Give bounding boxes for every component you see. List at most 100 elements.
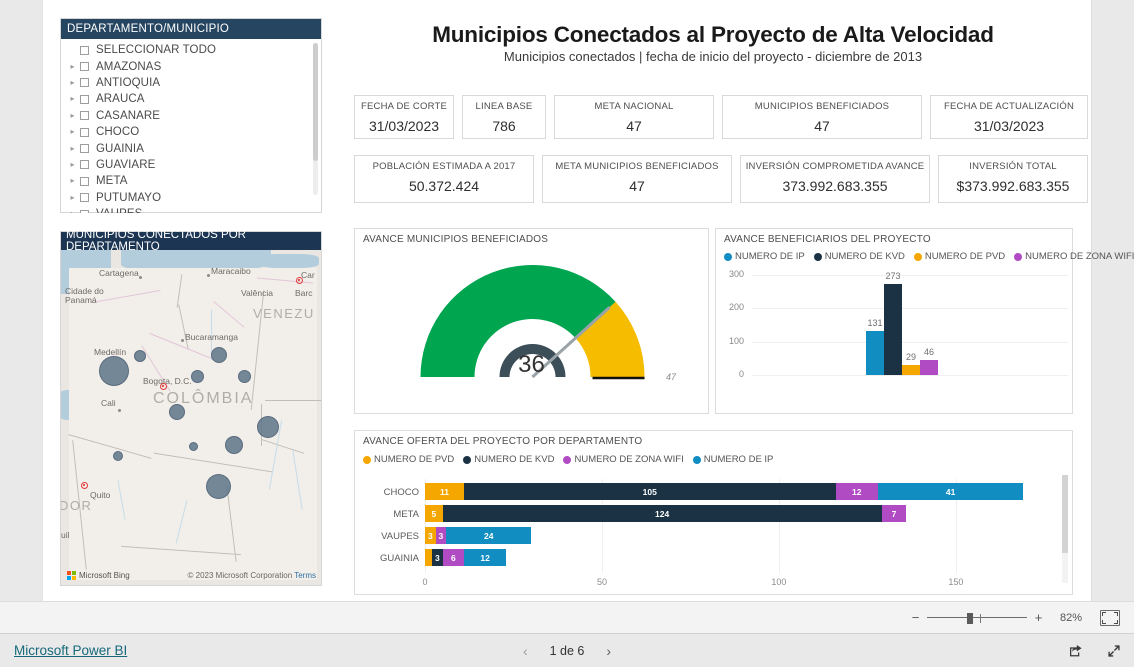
expand-chevron-icon[interactable]: ▸ [67, 111, 78, 120]
column-chart-legend-item[interactable]: NUMERO DE IP [724, 251, 805, 262]
page-navigator[interactable]: ‹ 1 de 6 › [0, 643, 1134, 659]
expand-chevron-icon[interactable]: ▸ [67, 144, 78, 153]
map-terms-link[interactable]: Terms [294, 571, 316, 580]
map-bubble[interactable] [206, 474, 231, 499]
footer-actions[interactable] [1068, 643, 1122, 659]
slicer-item-putumayo[interactable]: ▸ PUTUMAYO [61, 190, 321, 206]
stacked-segment[interactable]: 3 [425, 527, 436, 544]
slicer-item-vaupes[interactable]: ▸ VAUPES [61, 206, 321, 213]
hbar-chart-legend-item[interactable]: NUMERO DE ZONA WIFI [563, 454, 684, 465]
checkbox[interactable] [80, 160, 89, 170]
expand-chevron-icon[interactable]: ▸ [67, 177, 78, 185]
column-bar[interactable] [866, 331, 884, 375]
column-chart-legend-item[interactable]: NUMERO DE ZONA WIFI [1014, 251, 1134, 262]
column-chart-legend-item[interactable]: NUMERO DE PVD [913, 251, 1005, 262]
slicer-item-guaviare[interactable]: ▸ GUAVIARE [61, 157, 321, 173]
checkbox[interactable] [80, 111, 89, 121]
map-bubble[interactable] [257, 416, 279, 438]
slicer-item-arauca[interactable]: ▸ ARAUCA [61, 91, 321, 107]
zoom-toolbar[interactable]: − + 82% [0, 601, 1134, 633]
slicer-item-meta[interactable]: ▸ META [61, 173, 321, 189]
stacked-segment[interactable]: 5 [425, 505, 443, 522]
map-bubble[interactable] [99, 356, 129, 386]
hbar-chart-legend-item[interactable]: NUMERO DE IP [692, 454, 773, 465]
stacked-segment[interactable]: 24 [446, 527, 532, 544]
next-page-button[interactable]: › [606, 643, 611, 659]
map-bubble[interactable] [134, 350, 146, 362]
checkbox[interactable] [80, 209, 89, 213]
expand-chevron-icon[interactable]: ▸ [67, 210, 78, 213]
map-bubble[interactable] [225, 436, 243, 454]
gauge-visual[interactable]: AVANCE MUNICIPIOS BENEFICIADOS 36 47 [354, 228, 709, 414]
expand-chevron-icon[interactable]: ▸ [67, 193, 78, 202]
slicer-item-casanare[interactable]: ▸ CASANARE [61, 108, 321, 124]
map-bubble[interactable] [169, 404, 185, 420]
stacked-segment[interactable]: 12 [463, 549, 507, 566]
expand-chevron-icon[interactable]: ▸ [67, 78, 78, 87]
expand-chevron-icon[interactable]: ▸ [67, 128, 78, 136]
stacked-segment[interactable]: 3 [435, 527, 447, 544]
stacked-segment[interactable]: 11 [425, 483, 464, 500]
checkbox[interactable] [80, 62, 89, 72]
hbar-chart-legend[interactable]: NUMERO DE PVD NUMERO DE KVD NUMERO DE ZONA… [363, 454, 773, 465]
offer-by-department-chart[interactable]: AVANCE OFERTA DEL PROYECTO POR DEPARTAME… [354, 430, 1073, 595]
checkbox[interactable] [80, 193, 89, 203]
stacked-segment[interactable]: 124 [442, 505, 882, 522]
previous-page-button[interactable]: ‹ [523, 643, 528, 659]
map-bubble[interactable] [211, 347, 227, 363]
zoom-in-button[interactable]: + [1034, 610, 1043, 625]
checkbox[interactable] [80, 127, 89, 137]
zoom-slider[interactable] [927, 612, 1027, 624]
checkbox[interactable] [80, 94, 89, 104]
map-visual[interactable]: MUNICIPIOS CONECTADOS POR DEPARTAMENTO C… [60, 229, 322, 586]
slicer-list[interactable]: ▸SELECCIONAR TODO▸AMAZONAS▸ANTIOQUIA▸ARA… [61, 39, 321, 213]
expand-chevron-icon[interactable]: ▸ [67, 160, 78, 169]
stacked-segment[interactable]: 12 [835, 483, 879, 500]
column-chart-legend[interactable]: NUMERO DE IP NUMERO DE KVD NUMERO DE PVD NU… [724, 251, 1134, 262]
kpi-card-meta-municipios-beneficiados[interactable]: META MUNICIPIOS BENEFICIADOS 47 [542, 155, 732, 203]
checkbox[interactable] [80, 78, 89, 88]
kpi-card-inversi-n-comprometida-avance[interactable]: INVERSIÓN COMPROMETIDA AVANCE 373.992.683… [740, 155, 930, 203]
column-bar[interactable] [920, 359, 938, 375]
slicer-item-antioquia[interactable]: ▸ ANTIOQUIA [61, 75, 321, 91]
stacked-segment[interactable] [425, 549, 433, 566]
kpi-card-linea-base[interactable]: LINEA BASE 786 [462, 95, 546, 139]
zoom-control[interactable]: − + 82% [911, 610, 1082, 625]
kpi-card-poblaci-n-estimada-a-2017[interactable]: POBLACIÓN ESTIMADA A 2017 50.372.424 [354, 155, 534, 203]
column-chart-legend-item[interactable]: NUMERO DE KVD [813, 251, 905, 262]
slicer-item-choco[interactable]: ▸ CHOCO [61, 124, 321, 140]
expand-chevron-icon[interactable]: ▸ [67, 62, 78, 71]
zoom-out-button[interactable]: − [911, 610, 920, 625]
map-bubble[interactable] [191, 370, 204, 383]
stacked-segment[interactable]: 3 [432, 549, 443, 566]
map-bubble[interactable] [189, 442, 198, 451]
slicer-item-guainia[interactable]: ▸ GUAINIA [61, 140, 321, 156]
map-bubble[interactable] [238, 370, 251, 383]
stacked-segment[interactable]: 105 [463, 483, 836, 500]
hbar-chart-legend-item[interactable]: NUMERO DE KVD [463, 454, 554, 465]
hbar-chart-legend-item[interactable]: NUMERO DE PVD [363, 454, 454, 465]
kpi-card-fecha-de-actualizaci-n[interactable]: FECHA DE ACTUALIZACIÓN 31/03/2023 [930, 95, 1088, 139]
checkbox[interactable] [80, 176, 89, 186]
share-icon[interactable] [1068, 643, 1084, 659]
slicer-scrollbar[interactable] [313, 43, 318, 195]
map-bubble[interactable] [113, 451, 123, 461]
stacked-segment[interactable]: 7 [881, 505, 907, 522]
fit-to-page-button[interactable] [1100, 609, 1120, 626]
stacked-segment[interactable]: 6 [442, 549, 464, 566]
slicer-item-amazonas[interactable]: ▸ AMAZONAS [61, 58, 321, 74]
department-municipality-slicer[interactable]: DEPARTAMENTO/MUNICIPIO ▸SELECCIONAR TODO… [60, 18, 322, 213]
zoom-slider-thumb[interactable] [967, 612, 973, 624]
kpi-card-inversi-n-total[interactable]: INVERSIÓN TOTAL $373.992.683.355 [938, 155, 1088, 203]
kpi-card-municipios-beneficiados[interactable]: MUNICIPIOS BENEFICIADOS 47 [722, 95, 922, 139]
slicer-item-seleccionar-todo[interactable]: ▸SELECCIONAR TODO [61, 42, 321, 58]
fullscreen-icon[interactable] [1106, 643, 1122, 659]
column-bar[interactable] [902, 365, 920, 375]
expand-chevron-icon[interactable]: ▸ [67, 95, 78, 103]
hbar-scrollbar[interactable] [1062, 475, 1068, 583]
beneficiaries-column-chart[interactable]: AVANCE BENEFICIARIOS DEL PROYECTO NUMERO… [715, 228, 1134, 414]
checkbox[interactable] [80, 45, 89, 55]
kpi-card-fecha-de-corte[interactable]: FECHA DE CORTE 31/03/2023 [354, 95, 454, 139]
map-surface[interactable]: Cartagena Maracaibo Car Cidade do Panamá… [61, 250, 321, 585]
kpi-card-meta-nacional[interactable]: META NACIONAL 47 [554, 95, 714, 139]
